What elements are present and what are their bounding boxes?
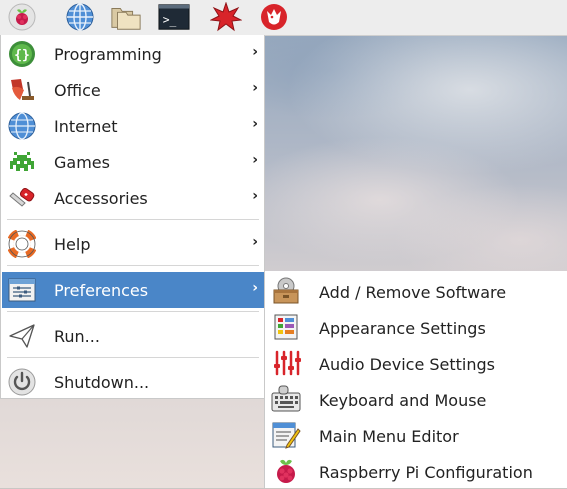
menu-separator [7, 265, 259, 266]
accessories-knife-icon [8, 184, 36, 212]
submenu-item-label: Appearance Settings [319, 319, 486, 338]
submenu-item-label: Main Menu Editor [319, 427, 459, 446]
submenu-item-label: Add / Remove Software [319, 283, 507, 302]
menu-item-internet[interactable]: Internet › [2, 108, 264, 144]
menu-item-label: Shutdown... [54, 373, 150, 392]
menu-item-preferences[interactable]: Preferences › [2, 272, 264, 308]
terminal-icon[interactable]: >_ [158, 2, 190, 32]
submenu-item-label: Raspberry Pi Configuration [319, 463, 533, 482]
taskbar: >_ [0, 0, 567, 36]
menu-item-label: Games [54, 153, 110, 172]
audio-device-settings-icon [271, 349, 301, 377]
menu-item-label: Preferences [54, 281, 149, 300]
run-paperplane-icon [8, 322, 36, 350]
submenu-item-raspberry-pi-configuration[interactable]: Raspberry Pi Configuration [265, 453, 567, 489]
menu-item-label: Accessories [54, 189, 148, 208]
submenu-arrow-icon: › [252, 116, 258, 132]
menu-item-label: Help [54, 235, 91, 254]
submenu-item-audio-device-settings[interactable]: Audio Device Settings [265, 345, 567, 381]
mathematica-star-icon[interactable] [210, 2, 242, 32]
keyboard-mouse-icon [271, 385, 301, 413]
menu-separator [7, 311, 259, 312]
submenu-item-appearance-settings[interactable]: Appearance Settings [265, 309, 567, 345]
menu-item-label: Office [54, 81, 101, 100]
office-icon [8, 76, 36, 104]
main-menu-editor-icon [271, 421, 301, 449]
wolfram-icon[interactable] [258, 2, 290, 32]
web-browser-globe-icon[interactable] [64, 2, 96, 32]
shutdown-power-icon [8, 368, 36, 396]
raspberry-menu-icon[interactable] [6, 2, 38, 32]
menu-item-help[interactable]: Help › [2, 226, 264, 262]
submenu-item-label: Keyboard and Mouse [319, 391, 487, 410]
menu-item-games[interactable]: Games › [2, 144, 264, 180]
terminal-prompt-text: >_ [163, 14, 177, 27]
svg-text:{}: {} [14, 48, 30, 63]
menu-item-label: Run... [54, 327, 100, 346]
programming-braces-icon: {} [8, 40, 36, 68]
submenu-item-label: Audio Device Settings [319, 355, 495, 374]
raspberry-pi-config-icon [271, 457, 301, 485]
preferences-icon [8, 276, 36, 304]
menu-item-shutdown[interactable]: Shutdown... [2, 364, 264, 400]
help-lifebuoy-icon [8, 230, 36, 258]
submenu-item-keyboard-and-mouse[interactable]: Keyboard and Mouse [265, 381, 567, 417]
submenu-arrow-icon: › [252, 280, 258, 296]
internet-globe-icon [8, 112, 36, 140]
games-invader-icon [8, 148, 36, 176]
preferences-submenu: Add / Remove Software Appearance Setting… [264, 271, 567, 488]
submenu-arrow-icon: › [252, 234, 258, 250]
submenu-arrow-icon: › [252, 80, 258, 96]
submenu-arrow-icon: › [252, 152, 258, 168]
submenu-arrow-icon: › [252, 44, 258, 60]
menu-item-programming[interactable]: {} Programming › [2, 36, 264, 72]
submenu-item-main-menu-editor[interactable]: Main Menu Editor [265, 417, 567, 453]
menu-separator [7, 219, 259, 220]
main-menu: {} Programming › Office › Internet › Gam… [0, 35, 265, 399]
menu-item-label: Internet [54, 117, 118, 136]
menu-item-office[interactable]: Office › [2, 72, 264, 108]
menu-item-label: Programming [54, 45, 162, 64]
submenu-item-add-remove-software[interactable]: Add / Remove Software [265, 273, 567, 309]
submenu-arrow-icon: › [252, 188, 258, 204]
menu-separator [7, 357, 259, 358]
add-remove-software-icon [271, 277, 301, 305]
appearance-settings-icon [271, 313, 301, 341]
file-manager-folders-icon[interactable] [110, 2, 142, 32]
menu-item-accessories[interactable]: Accessories › [2, 180, 264, 216]
menu-item-run[interactable]: Run... [2, 318, 264, 354]
